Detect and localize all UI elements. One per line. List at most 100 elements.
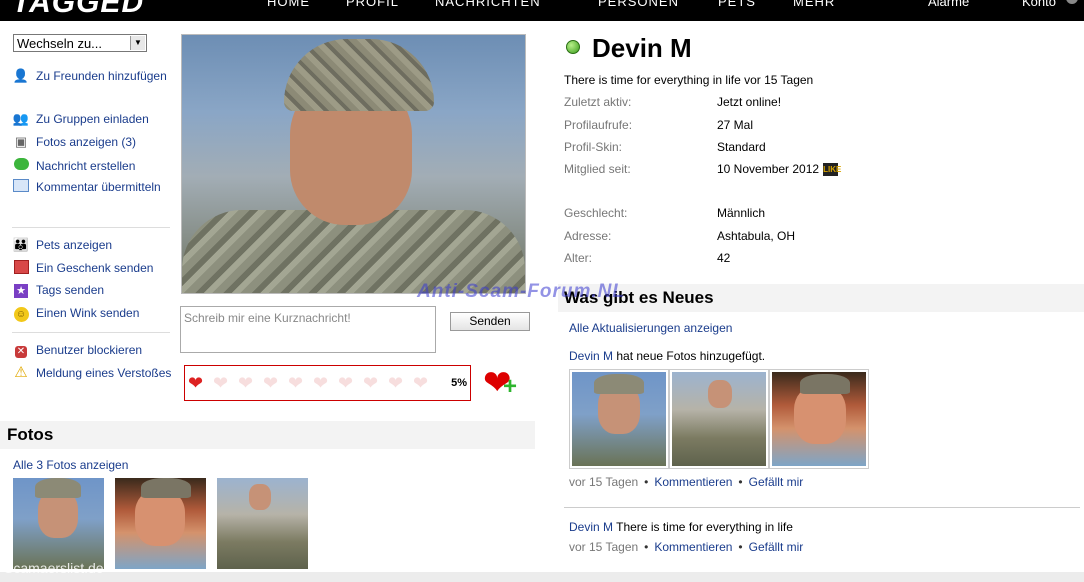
- member-since-label: Mitglied seit:: [564, 162, 631, 176]
- invite-groups-label: Zu Gruppen einladen: [36, 112, 149, 126]
- profile-views-value: 27 Mal: [717, 118, 754, 132]
- photo-thumbnail[interactable]: [217, 478, 308, 569]
- profile-skin-label: Profil-Skin:: [564, 140, 623, 154]
- divider: [12, 332, 170, 333]
- add-friend-link[interactable]: 👤 Zu Freunden hinzufügen: [12, 66, 181, 87]
- comment-link[interactable]: Kommentieren: [654, 540, 732, 554]
- show-photos-label: Fotos anzeigen (3): [36, 135, 137, 149]
- nav-account[interactable]: Konto: [1022, 0, 1056, 9]
- warning-icon: ⚠: [14, 364, 28, 381]
- show-photos-link[interactable]: ▣ Fotos anzeigen (3): [12, 132, 181, 153]
- heart-icon: ❤: [238, 373, 254, 393]
- nav-alerts[interactable]: Alarme: [928, 0, 969, 9]
- member-since-date: 10 November 2012: [717, 162, 820, 176]
- account-menu-icon[interactable]: [1066, 0, 1078, 4]
- bullet: •: [738, 540, 743, 554]
- thumb-face: [249, 484, 271, 510]
- news-photo-thumbnail[interactable]: [769, 369, 869, 469]
- divider: [12, 227, 170, 228]
- nav-people[interactable]: PERSONEN: [598, 0, 679, 9]
- like-link[interactable]: Gefällt mir: [749, 540, 804, 554]
- create-message-link[interactable]: Nachricht erstellen: [12, 156, 181, 177]
- create-message-label: Nachricht erstellen: [36, 159, 136, 173]
- online-status-icon: [566, 40, 580, 54]
- address-label: Adresse:: [564, 229, 612, 243]
- member-since-value: 10 November 2012 LIKE: [717, 162, 841, 177]
- nav-profile[interactable]: PROFIL: [346, 0, 399, 9]
- shout-input[interactable]: Schreib mir eine Kurznachricht!: [180, 306, 436, 353]
- news-text: hat neue Fotos hinzugefügt.: [613, 349, 766, 363]
- add-heart-button[interactable]: ❤ +: [483, 366, 517, 400]
- gift-icon: [12, 260, 30, 276]
- submit-comment-link[interactable]: Kommentar übermitteln: [12, 177, 181, 198]
- add-friend-icon: 👤: [12, 68, 30, 83]
- news-photo-image: [772, 372, 866, 466]
- profile-skin-value: Standard: [717, 140, 766, 154]
- heart-icon: ❤: [188, 373, 204, 393]
- bottom-watermark: Scamaerslist.de: [4, 560, 104, 576]
- nav-pets[interactable]: PETS: [718, 0, 756, 9]
- tagged-logo[interactable]: TAGGED: [12, 0, 144, 20]
- show-all-updates-link[interactable]: Alle Aktualisierungen anzeigen: [569, 321, 732, 335]
- news-time: vor 15 Tagen: [569, 475, 639, 489]
- news-item: Devin M hat neue Fotos hinzugefügt.: [569, 349, 765, 363]
- comment-link[interactable]: Kommentieren: [654, 475, 732, 489]
- news-photo-image: [572, 372, 666, 466]
- news-author-link[interactable]: Devin M: [569, 349, 613, 363]
- profile-views-label: Profilaufrufe:: [564, 118, 633, 132]
- address-value: Ashtabula, OH: [717, 229, 796, 243]
- block-user-label: Benutzer blockieren: [36, 343, 143, 357]
- heart-icon: ❤: [338, 373, 354, 393]
- send-gift-link[interactable]: Ein Geschenk senden: [12, 258, 181, 279]
- switch-to-select[interactable]: Wechseln zu... ▼: [13, 34, 147, 52]
- gender-label: Geschlecht:: [564, 206, 628, 220]
- thumb-cap: [35, 478, 81, 498]
- send-button[interactable]: Senden: [450, 312, 530, 331]
- show-pets-label: Pets anzeigen: [36, 238, 113, 252]
- news-meta: vor 15 Tagen • Kommentieren • Gefällt mir: [569, 475, 803, 489]
- nav-more[interactable]: MEHR: [793, 0, 835, 9]
- send-tags-link[interactable]: ★ Tags senden: [12, 280, 181, 301]
- news-photo-thumbnail[interactable]: [569, 369, 669, 469]
- show-all-photos-link[interactable]: Alle 3 Fotos anzeigen: [13, 458, 128, 472]
- news-photo-thumbnail[interactable]: [669, 369, 769, 469]
- news-author-link[interactable]: Devin M: [569, 520, 613, 534]
- smiley-icon: ☺: [12, 305, 30, 322]
- news-text: There is time for everything in life: [613, 520, 793, 534]
- nav-home[interactable]: HOME: [267, 0, 310, 9]
- pets-icon: 👪: [12, 237, 30, 252]
- thumb-face: [708, 380, 732, 408]
- thumb-face: [135, 490, 185, 546]
- news-item: Devin M There is time for everything in …: [569, 520, 793, 534]
- watermark: Anti-Scam-Forum.NL: [417, 281, 625, 302]
- heart-icon: ❤: [288, 373, 304, 393]
- send-wink-link[interactable]: ☺ Einen Wink senden: [12, 303, 181, 324]
- like-link[interactable]: Gefällt mir: [749, 475, 804, 489]
- camera-icon: ▣: [14, 134, 28, 149]
- show-pets-link[interactable]: 👪 Pets anzeigen: [12, 235, 181, 256]
- heart-icon: ❤: [388, 373, 404, 393]
- send-wink-label: Einen Wink senden: [36, 306, 140, 320]
- photo-thumbnail[interactable]: [13, 478, 104, 569]
- age-value: 42: [717, 251, 731, 265]
- star-icon: ★: [12, 282, 30, 298]
- switch-to-label: Wechseln zu...: [17, 36, 103, 51]
- nav-messages[interactable]: NACHRICHTEN: [435, 0, 541, 9]
- divider: [564, 507, 1080, 508]
- add-friend-label: Zu Freunden hinzufügen: [36, 69, 167, 83]
- comment-icon: [12, 179, 30, 195]
- bullet: •: [738, 475, 743, 489]
- report-violation-link[interactable]: ⚠ Meldung eines Verstoßes: [12, 363, 181, 384]
- profile-name: Devin M: [592, 33, 692, 63]
- news-time: vor 15 Tagen: [569, 540, 639, 554]
- heart-meter[interactable]: ❤ ❤ ❤ ❤ ❤ ❤ ❤ ❤ ❤ ❤ 5%: [184, 365, 471, 401]
- group-icon: 👥: [12, 111, 30, 126]
- invite-groups-link[interactable]: 👥 Zu Gruppen einladen: [12, 109, 181, 130]
- heart-icon: ❤: [263, 373, 279, 393]
- heart-icon: ❤: [213, 373, 229, 393]
- heart-icon: ❤: [413, 373, 429, 393]
- news-heading: Was gibt es Neues: [558, 284, 1084, 312]
- block-user-link[interactable]: ✕ Benutzer blockieren: [12, 340, 181, 361]
- photo-thumbnail[interactable]: [115, 478, 206, 569]
- profile-photo[interactable]: [181, 34, 526, 294]
